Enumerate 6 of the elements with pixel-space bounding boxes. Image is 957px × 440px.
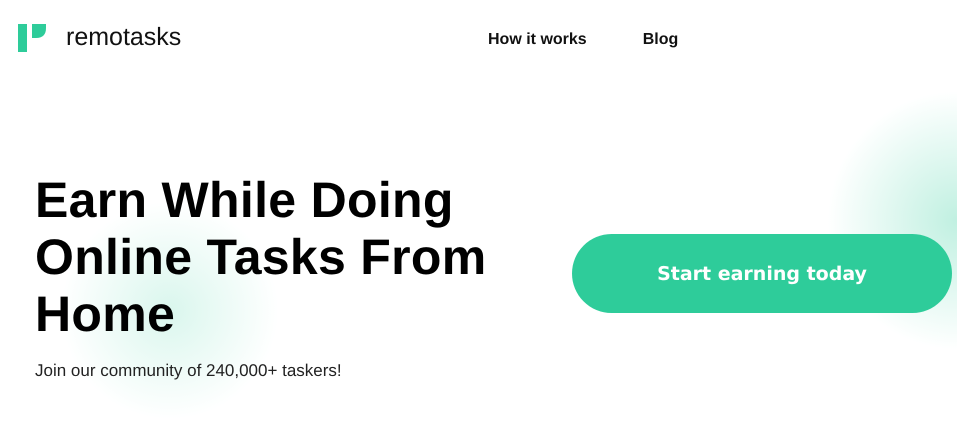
logo-icon <box>18 24 46 52</box>
nav-link[interactable]: How it works <box>488 31 587 49</box>
hero-subtitle: Join our community of 240,000+ taskers! <box>35 361 343 381</box>
hero-title: Earn While Doing Online Tasks From Home <box>35 172 488 343</box>
nav-link[interactable]: Blog <box>642 31 678 49</box>
logo-text[interactable]: remotasks <box>66 23 182 52</box>
